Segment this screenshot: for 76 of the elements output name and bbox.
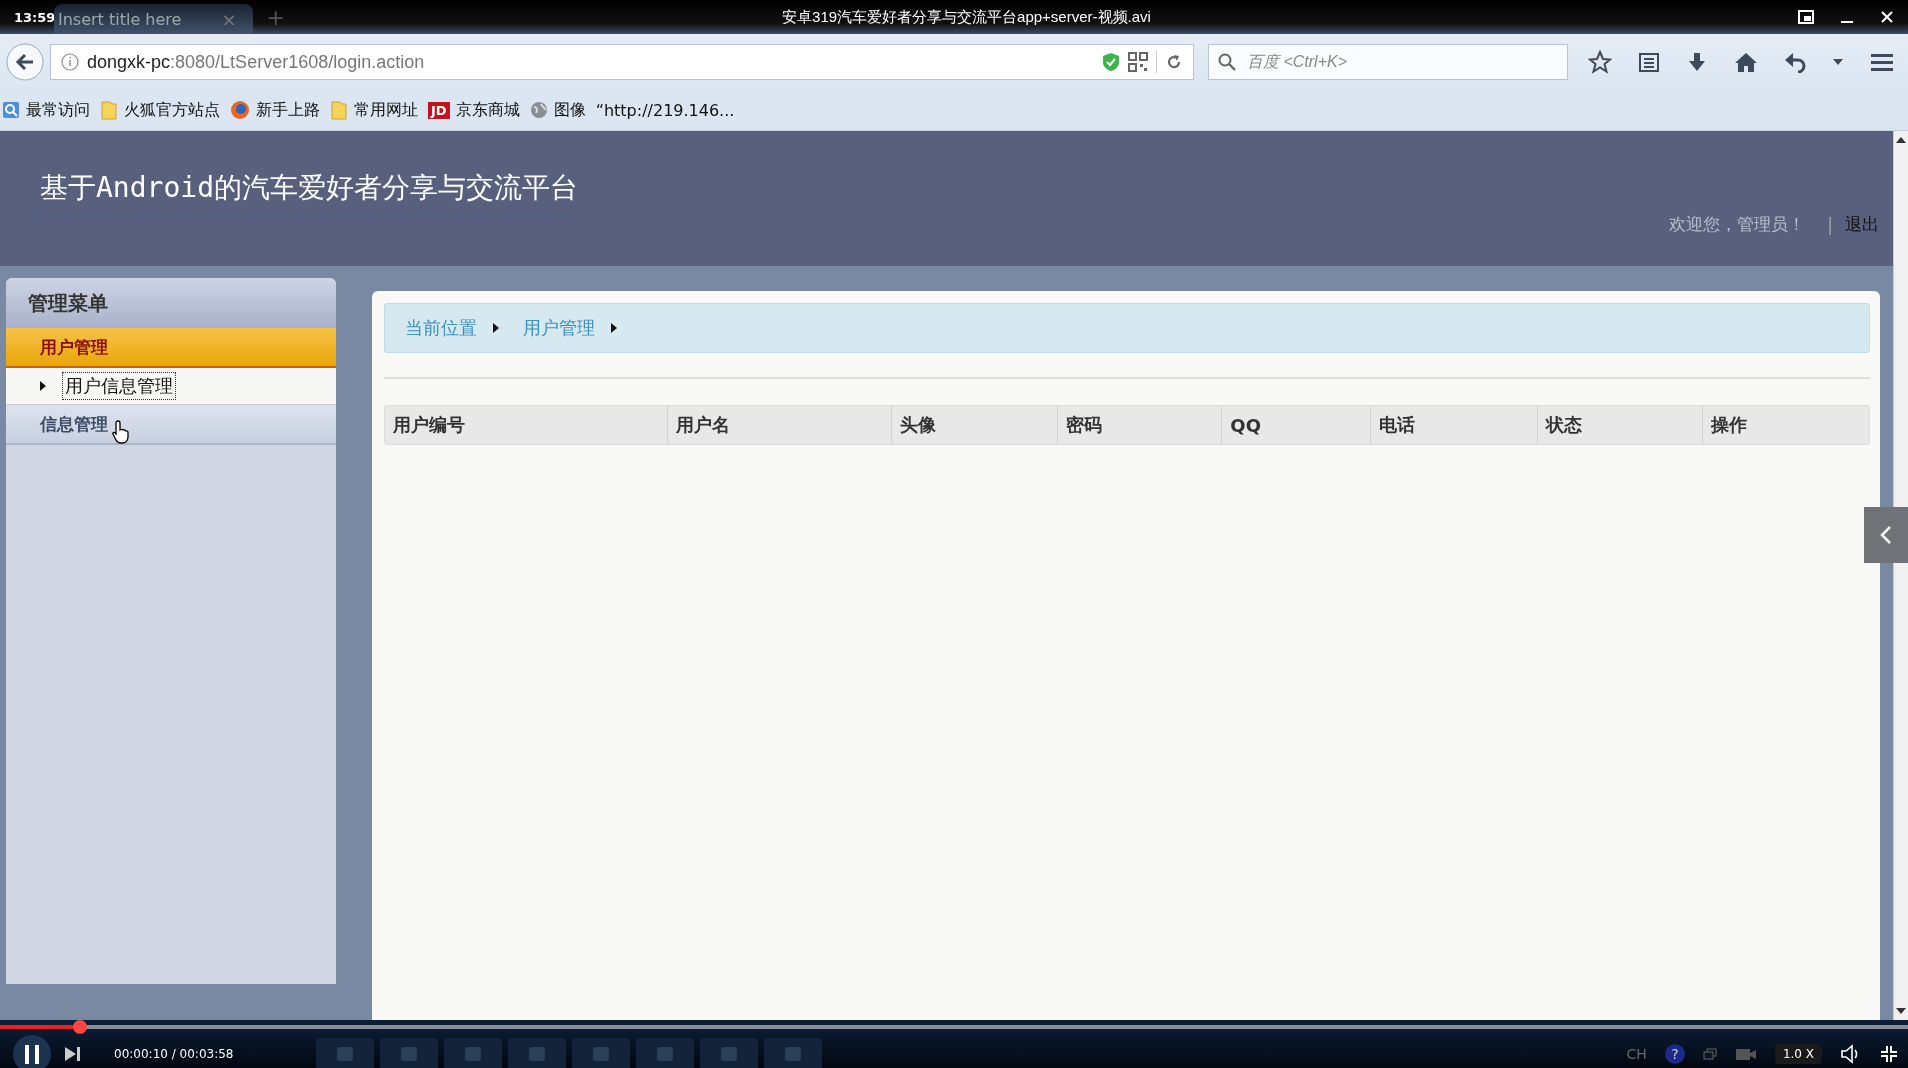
window-icon[interactable] bbox=[1702, 1048, 1717, 1060]
column-header: QQ bbox=[1221, 406, 1370, 444]
column-header: 用户编号 bbox=[392, 413, 466, 437]
menu-heading: 管理菜单 bbox=[6, 278, 336, 328]
qr-code-icon[interactable] bbox=[1128, 52, 1148, 72]
app-icon bbox=[655, 1045, 675, 1063]
pause-icon[interactable] bbox=[12, 1034, 52, 1068]
search-field[interactable]: 百度 <Ctrl+K> bbox=[1208, 44, 1568, 80]
folder-icon bbox=[330, 100, 348, 120]
bookmark-item[interactable]: 常用网址 bbox=[330, 99, 418, 121]
app-icon bbox=[463, 1045, 483, 1063]
progress-track[interactable] bbox=[0, 1020, 1908, 1034]
reading-list-icon[interactable] bbox=[1638, 51, 1660, 73]
app-icon bbox=[527, 1045, 547, 1063]
shield-icon bbox=[1102, 52, 1120, 72]
column-header: 用户名 bbox=[667, 406, 892, 444]
menu-group[interactable]: 信息管理 bbox=[6, 405, 336, 445]
playback-time: 00:00:10 / 00:03:58 bbox=[114, 1047, 235, 1061]
app-icon bbox=[783, 1045, 803, 1063]
app-icon bbox=[719, 1045, 739, 1063]
bookmark-item[interactable]: 新手上路 bbox=[230, 99, 320, 121]
dropdown-icon[interactable] bbox=[1832, 58, 1844, 66]
firefox-icon bbox=[230, 100, 250, 120]
menu-group[interactable]: 用户管理 bbox=[6, 328, 336, 368]
tab-title: Insert title here bbox=[58, 9, 182, 29]
menu-icon[interactable] bbox=[1870, 51, 1894, 73]
scroll-down-icon[interactable] bbox=[1896, 1008, 1906, 1014]
app-icon bbox=[399, 1045, 419, 1063]
exit-fullscreen-icon[interactable] bbox=[1880, 1045, 1898, 1063]
language-indicator: CH bbox=[1626, 1046, 1647, 1062]
back-icon[interactable] bbox=[6, 43, 44, 81]
next-icon[interactable] bbox=[64, 1045, 82, 1063]
welcome-text: 欢迎您，管理员！ bbox=[1669, 213, 1806, 236]
browser-tab[interactable]: Insert title here × bbox=[54, 4, 253, 34]
jd-badge-icon: JD bbox=[428, 101, 450, 119]
url-text: dongxk-pc:8080/LtServer1608/login.action bbox=[87, 51, 426, 73]
info-icon bbox=[61, 53, 79, 71]
app-icon bbox=[335, 1045, 355, 1063]
bookmark-item[interactable]: 火狐官方站点 bbox=[100, 99, 220, 121]
bookmark-item[interactable]: “http://219.146... bbox=[595, 100, 735, 120]
reload-icon[interactable] bbox=[1165, 53, 1183, 71]
restore-icon[interactable] bbox=[1798, 10, 1814, 24]
clock-text: 13:59 bbox=[14, 9, 54, 25]
column-header: 操作 bbox=[1702, 406, 1869, 444]
scrollbar[interactable] bbox=[1893, 131, 1908, 1020]
help-button[interactable]: ? bbox=[1664, 1044, 1685, 1064]
speed-button[interactable]: 1.0 X bbox=[1774, 1044, 1822, 1064]
folder-icon bbox=[100, 100, 118, 120]
separator-text: | bbox=[1827, 214, 1833, 235]
column-header: 头像 bbox=[891, 406, 1057, 444]
triangle-right-icon bbox=[493, 323, 499, 333]
column-header: 状态 bbox=[1536, 406, 1703, 444]
menu-item[interactable]: 用户信息管理 bbox=[62, 372, 176, 400]
globe-icon bbox=[529, 101, 548, 119]
bookmark-item[interactable]: 图像 bbox=[529, 99, 586, 121]
app-icon bbox=[591, 1045, 611, 1063]
search-icon bbox=[1218, 53, 1236, 71]
camera-icon[interactable] bbox=[1734, 1046, 1757, 1062]
progress-thumb[interactable] bbox=[73, 1020, 88, 1034]
triangle-right-icon bbox=[40, 381, 46, 391]
video-title: 安卓319汽车爱好者分享与交流平台app+server-视频.avi bbox=[781, 7, 1152, 27]
bookmark-item[interactable]: 最常访问 bbox=[2, 99, 90, 121]
site-title: 基于Android的汽车爱好者分享与交流平台 bbox=[40, 169, 578, 217]
close-icon[interactable] bbox=[1880, 10, 1894, 24]
home-icon[interactable] bbox=[1734, 51, 1758, 73]
hand-pointer-icon bbox=[112, 420, 132, 444]
undo-icon[interactable] bbox=[1784, 51, 1806, 73]
column-header: 密码 bbox=[1057, 406, 1222, 444]
scroll-up-icon[interactable] bbox=[1896, 137, 1906, 143]
star-icon[interactable] bbox=[1588, 50, 1612, 74]
column-header: 电话 bbox=[1369, 406, 1537, 444]
bookmark-item[interactable]: JD 京东商城 bbox=[428, 99, 520, 121]
bookmarks-icon bbox=[2, 101, 20, 119]
download-icon[interactable] bbox=[1686, 51, 1708, 73]
address-field[interactable]: dongxk-pc:8080/LtServer1608/login.action bbox=[50, 44, 1194, 80]
triangle-right-icon bbox=[611, 323, 617, 333]
